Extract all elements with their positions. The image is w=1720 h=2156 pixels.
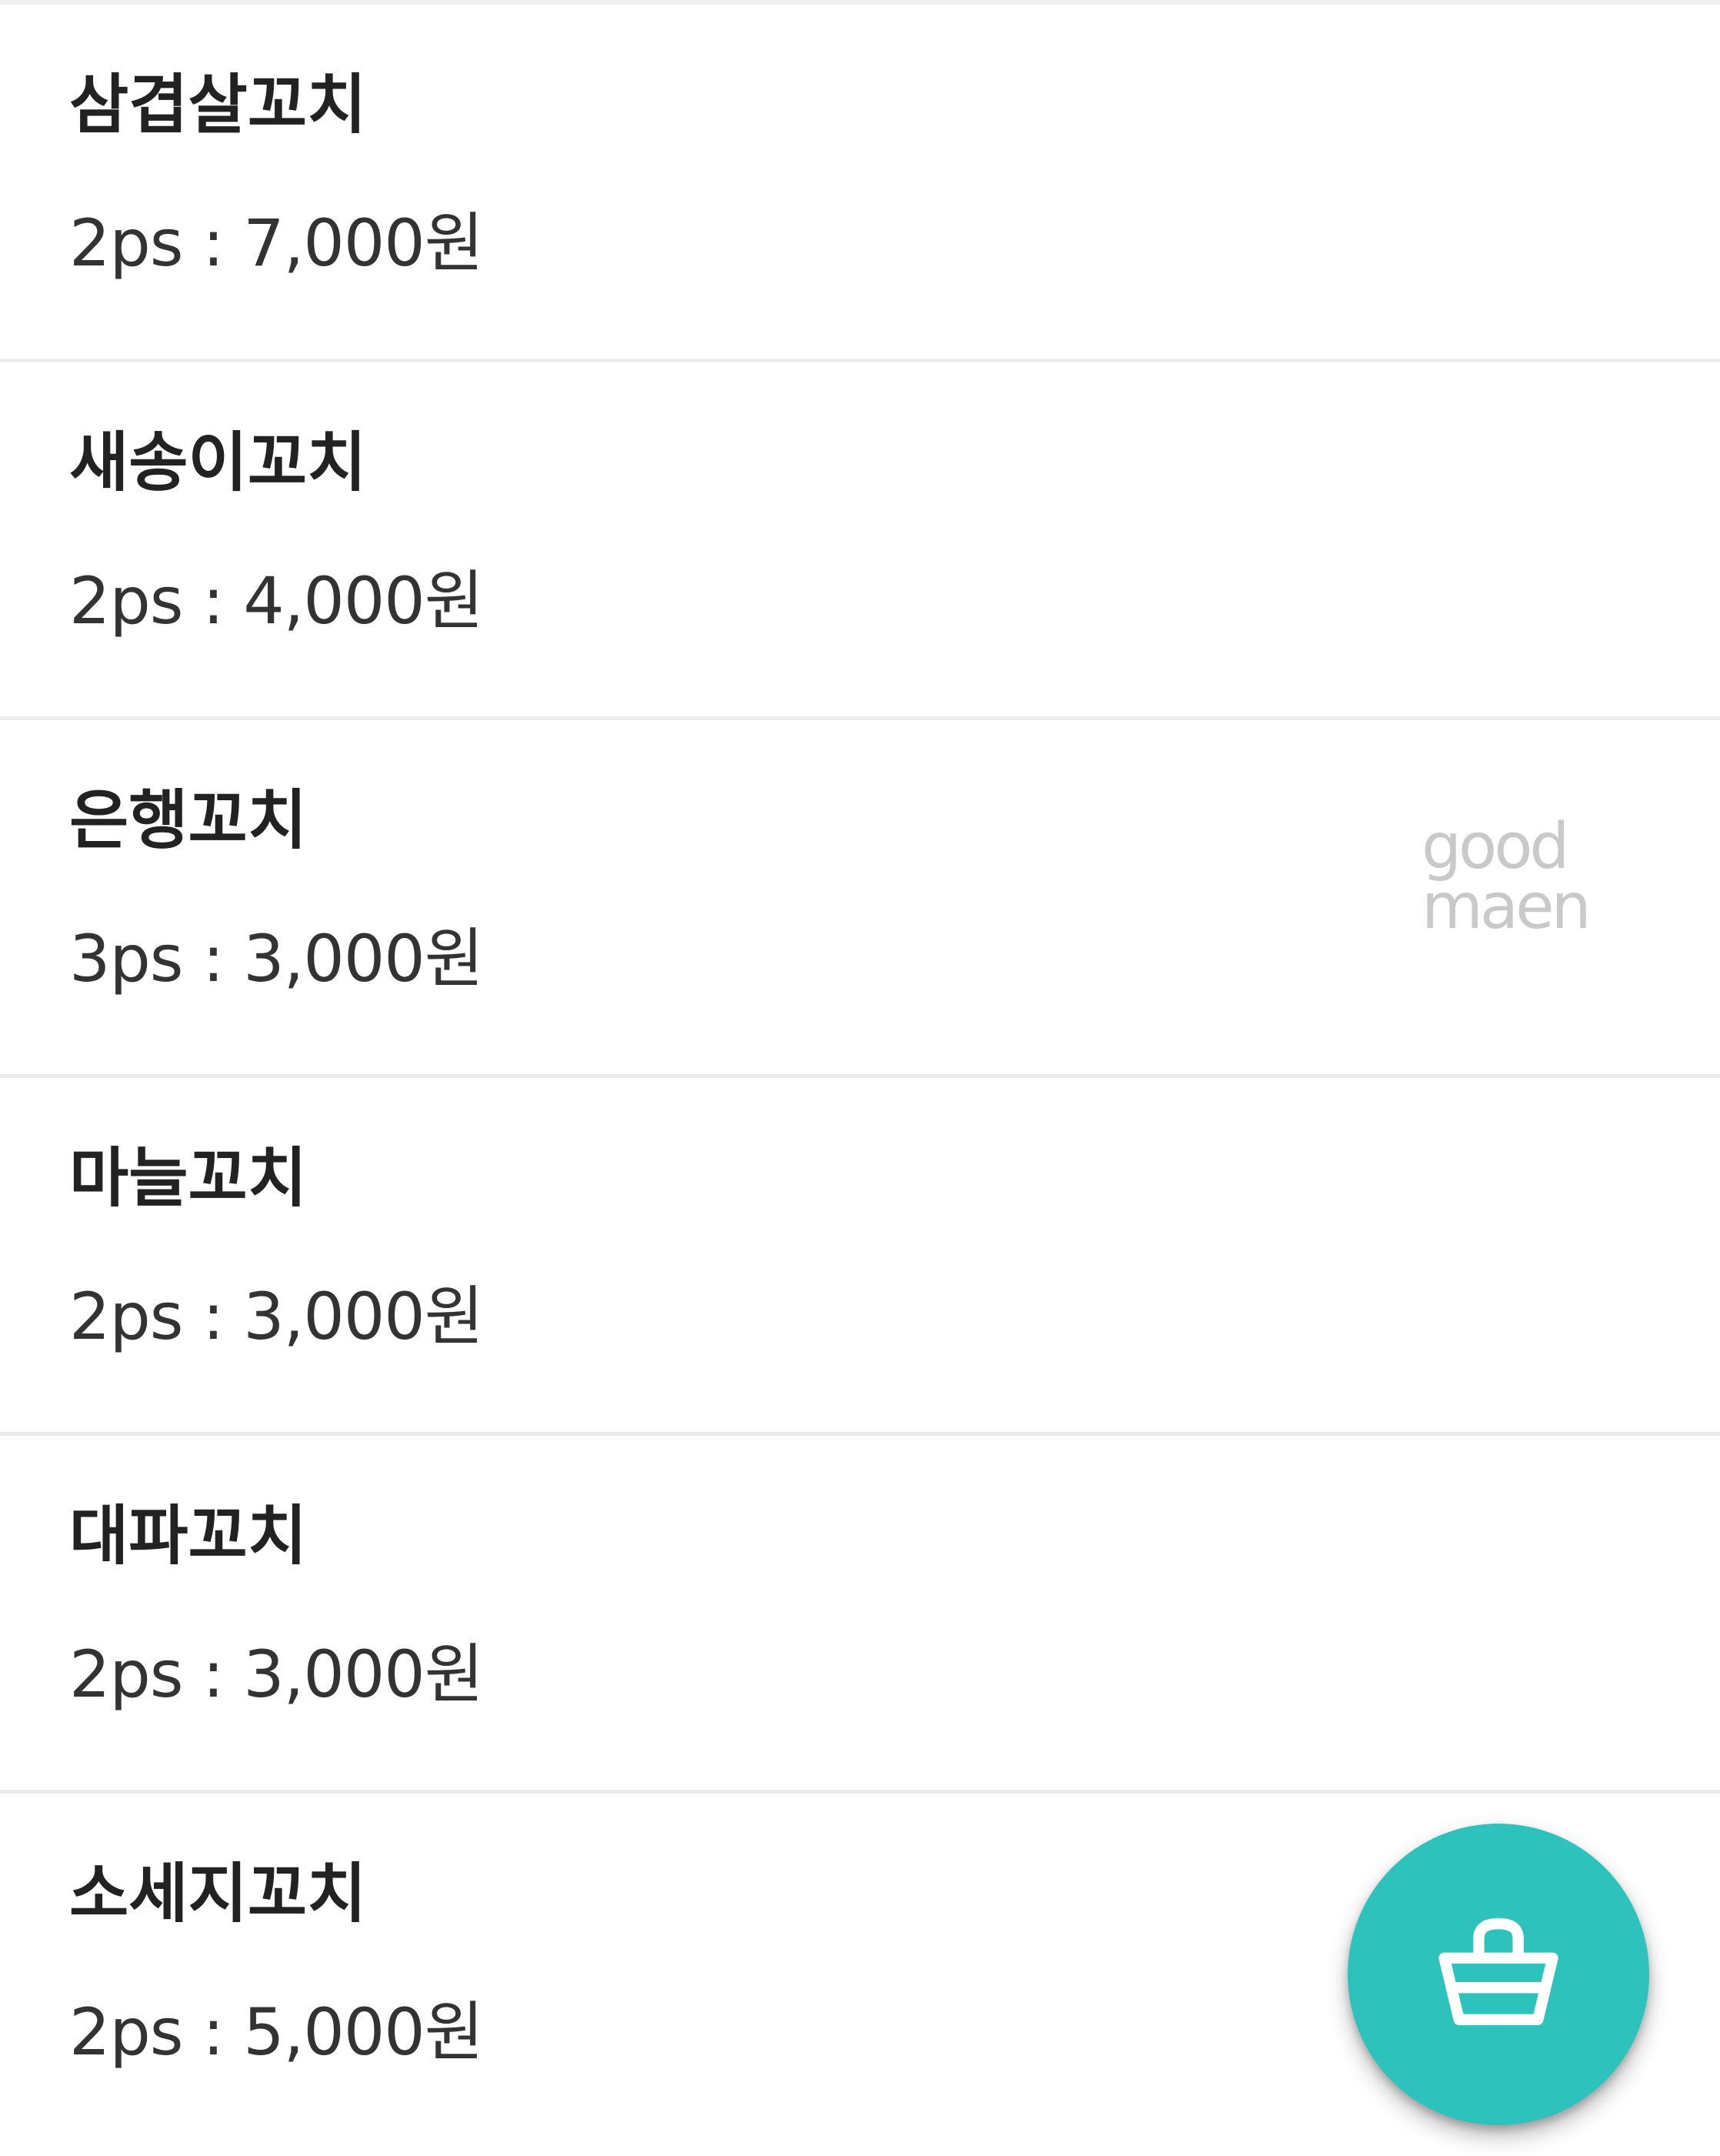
menu-item-pork-belly-skewer[interactable]: 삼겹살꼬치 2ps : 7,000원 — [0, 5, 1720, 362]
menu-item-name: 삼겹살꼬치 — [69, 67, 367, 142]
cart-button[interactable] — [1348, 1824, 1649, 2125]
menu-item-price: 2ps : 3,000원 — [69, 1637, 484, 1712]
menu-item-price: 2ps : 3,000원 — [69, 1279, 484, 1354]
menu-item-green-onion-skewer[interactable]: 대파꼬치 2ps : 3,000원 — [0, 1436, 1720, 1794]
watermark-logo: good maen — [1422, 810, 1606, 943]
menu-item-price: 3ps : 3,000원 — [69, 921, 484, 996]
menu-item-king-oyster-mushroom-skewer[interactable]: 새송이꼬치 2ps : 4,000원 — [0, 362, 1720, 720]
menu-item-garlic-skewer[interactable]: 마늘꼬치 2ps : 3,000원 — [0, 1078, 1720, 1436]
watermark-line-2: maen — [1422, 870, 1592, 943]
menu-item-price: 2ps : 7,000원 — [69, 205, 484, 281]
menu-item-name: 마늘꼬치 — [69, 1140, 308, 1216]
menu-item-name: 새송이꼬치 — [69, 425, 367, 500]
watermark-line-1: good — [1422, 810, 1569, 883]
menu-item-price: 2ps : 4,000원 — [69, 563, 484, 639]
menu-item-name: 대파꼬치 — [69, 1498, 308, 1574]
menu-item-name: 소세지꼬치 — [69, 1856, 367, 1931]
menu-item-price: 2ps : 5,000원 — [69, 1994, 484, 2070]
menu-item-name: 은행꼬치 — [69, 783, 308, 858]
shopping-basket-icon — [1438, 1917, 1558, 2025]
